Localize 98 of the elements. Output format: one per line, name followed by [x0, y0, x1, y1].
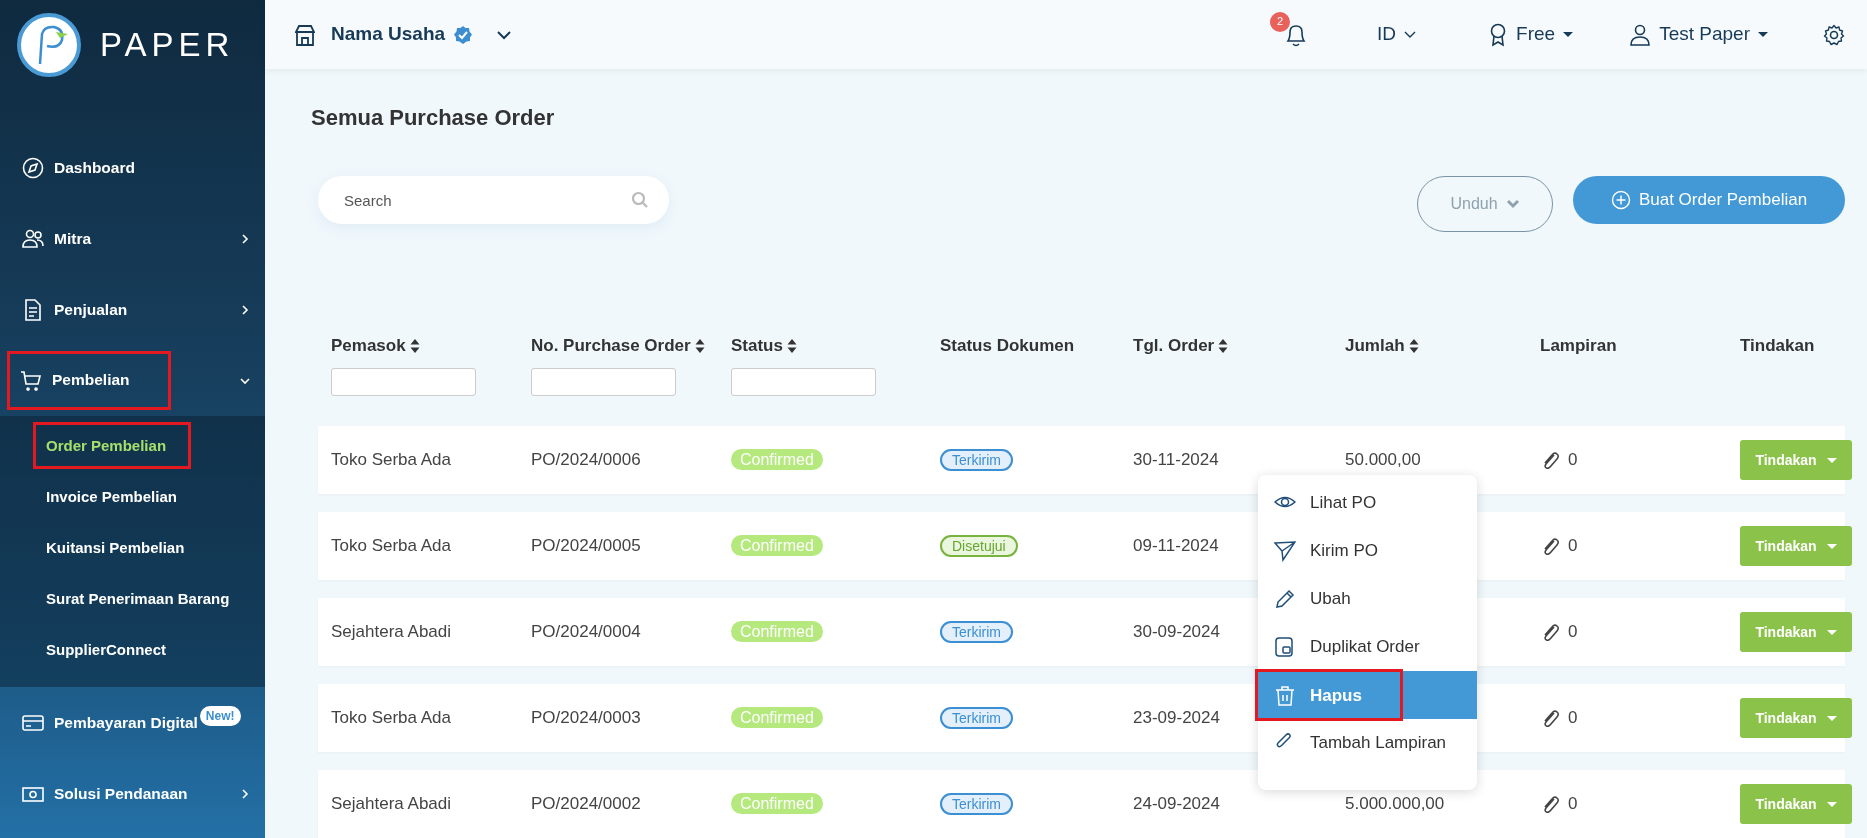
- document-status-badge: Terkirim: [940, 707, 1013, 729]
- caret-icon: [1826, 715, 1837, 721]
- sort-icon[interactable]: [409, 338, 420, 354]
- status-badge: Confirmed: [731, 793, 823, 814]
- plus-circle-icon: [1610, 190, 1631, 210]
- cart-icon: [20, 368, 42, 391]
- submenu-item[interactable]: Order Pembelian: [0, 420, 265, 471]
- column-header: No. Purchase Order: [531, 335, 691, 358]
- user-icon: [1630, 23, 1651, 46]
- menu-item[interactable]: Lihat PO: [1258, 479, 1477, 527]
- table-cell: 30-09-2024: [1133, 622, 1220, 642]
- send-icon: [1274, 540, 1296, 562]
- document-status-badge: Terkirim: [940, 621, 1013, 643]
- filter-field[interactable]: [331, 368, 476, 396]
- settings-icon[interactable]: [1823, 23, 1845, 46]
- status-badge: Confirmed: [731, 707, 823, 728]
- column-header: Tindakan: [1740, 335, 1815, 358]
- table-cell-text: Toko Serba Ada: [331, 707, 453, 730]
- search-field[interactable]: Search: [318, 176, 669, 224]
- sidebar-item[interactable]: Pembelian: [0, 345, 265, 416]
- column-header: Pemasok: [331, 335, 406, 358]
- caret-icon: [1826, 543, 1837, 549]
- business-name: Nama Usaha: [331, 22, 446, 47]
- caret-icon: [1758, 32, 1768, 37]
- table-cell: 23-09-2024: [1133, 708, 1220, 728]
- language-selector[interactable]: ID: [1376, 19, 1418, 50]
- table-cell-text: Toko Serba Ada: [331, 535, 453, 558]
- sidebar-item[interactable]: Mitra: [0, 203, 265, 274]
- table-cell: 50.000,00: [1345, 450, 1421, 470]
- chevron-down-icon[interactable]: [497, 29, 512, 40]
- filter-field[interactable]: [731, 368, 876, 396]
- filter-field[interactable]: [531, 368, 676, 396]
- compass-icon: [22, 156, 44, 179]
- document-status-badge: Terkirim: [940, 793, 1013, 815]
- trash-icon: [1274, 684, 1296, 707]
- pencil-icon: [1274, 588, 1296, 610]
- table-cell-text: PO/2024/0003: [531, 707, 642, 730]
- page-title: Semua Purchase Order: [311, 104, 556, 132]
- submenu-item[interactable]: Surat Penerimaan Barang: [0, 573, 265, 624]
- copy-icon: [1274, 636, 1296, 658]
- status-badge: Confirmed: [731, 535, 823, 556]
- table-cell-text: 0: [1568, 535, 1578, 558]
- table-cell-text: 0: [1568, 621, 1578, 644]
- table-cell-text: 0: [1568, 449, 1578, 472]
- logo-text: PAPER: [100, 25, 235, 66]
- column-header: Tgl. Order: [1133, 335, 1215, 358]
- sort-icon[interactable]: [694, 338, 705, 354]
- table-cell-text: PO/2024/0002: [531, 793, 642, 816]
- submenu-item[interactable]: SupplierConnect: [0, 624, 265, 675]
- user-menu[interactable]: Test Paper: [1658, 19, 1769, 50]
- caret-icon: [1826, 629, 1837, 635]
- sidebar-item[interactable]: Solusi Pendanaan: [0, 758, 265, 829]
- menu-item[interactable]: Kirim PO: [1258, 527, 1477, 575]
- status-badge: Confirmed: [731, 621, 823, 642]
- people-icon: [22, 227, 44, 250]
- column-header: Jumlah: [1345, 335, 1405, 358]
- notification-count: 2: [1270, 11, 1291, 32]
- table-cell-text: Sejahtera Abadi: [331, 793, 453, 816]
- table-cell: 30-11-2024: [1133, 450, 1219, 470]
- table-cell-text: 0: [1568, 793, 1578, 816]
- plan-dropdown[interactable]: Free: [1515, 19, 1575, 50]
- table-cell-text: PO/2024/0006: [531, 449, 642, 472]
- chevron-down-icon: [1404, 30, 1417, 39]
- new-badge: New!: [199, 705, 241, 726]
- column-header: Status Dokumen: [940, 335, 1075, 358]
- award-icon: [1489, 22, 1508, 47]
- table-cell-text: PO/2024/0004: [531, 621, 642, 644]
- submenu-item[interactable]: Invoice Pembelian: [0, 471, 265, 522]
- caret-icon: [1826, 801, 1837, 807]
- table-cell: 09-11-2024: [1133, 536, 1219, 556]
- table-cell-text: Toko Serba Ada: [331, 449, 453, 472]
- submenu-item[interactable]: Kuitansi Pembelian: [0, 522, 265, 573]
- menu-item[interactable]: Duplikat Order: [1258, 623, 1477, 671]
- caret-icon: [1563, 32, 1574, 37]
- logo-icon: [16, 12, 82, 78]
- column-header: Lampiran: [1540, 335, 1617, 358]
- table-cell: 24-09-2024: [1133, 794, 1220, 814]
- store-icon: [295, 23, 315, 46]
- document-status-badge: Terkirim: [940, 449, 1013, 471]
- document-icon: [22, 298, 44, 321]
- status-badge: Confirmed: [731, 449, 823, 470]
- column-header: Status: [731, 335, 783, 358]
- table-cell-text: 0: [1568, 707, 1578, 730]
- sidebar-item[interactable]: Penjualan: [0, 274, 265, 345]
- sort-icon[interactable]: [786, 338, 797, 354]
- table-cell: 5.000.000,00: [1345, 794, 1445, 814]
- sidebar-item[interactable]: Pembayaran Digital New!: [0, 687, 265, 758]
- document-status-badge: Disetujui: [940, 535, 1018, 557]
- menu-item[interactable]: Ubah: [1258, 575, 1477, 623]
- table-cell-text: PO/2024/0005: [531, 535, 642, 558]
- caret-icon: [1826, 457, 1837, 463]
- search-icon: [631, 191, 649, 209]
- sort-icon[interactable]: [1408, 338, 1419, 354]
- chevron-down-icon: [1505, 199, 1520, 209]
- sort-icon[interactable]: [1218, 338, 1229, 354]
- menu-item[interactable]: Tambah Lampiran: [1258, 719, 1477, 767]
- table-cell-text: Sejahtera Abadi: [331, 621, 453, 644]
- sidebar-item[interactable]: Dashboard: [0, 132, 265, 203]
